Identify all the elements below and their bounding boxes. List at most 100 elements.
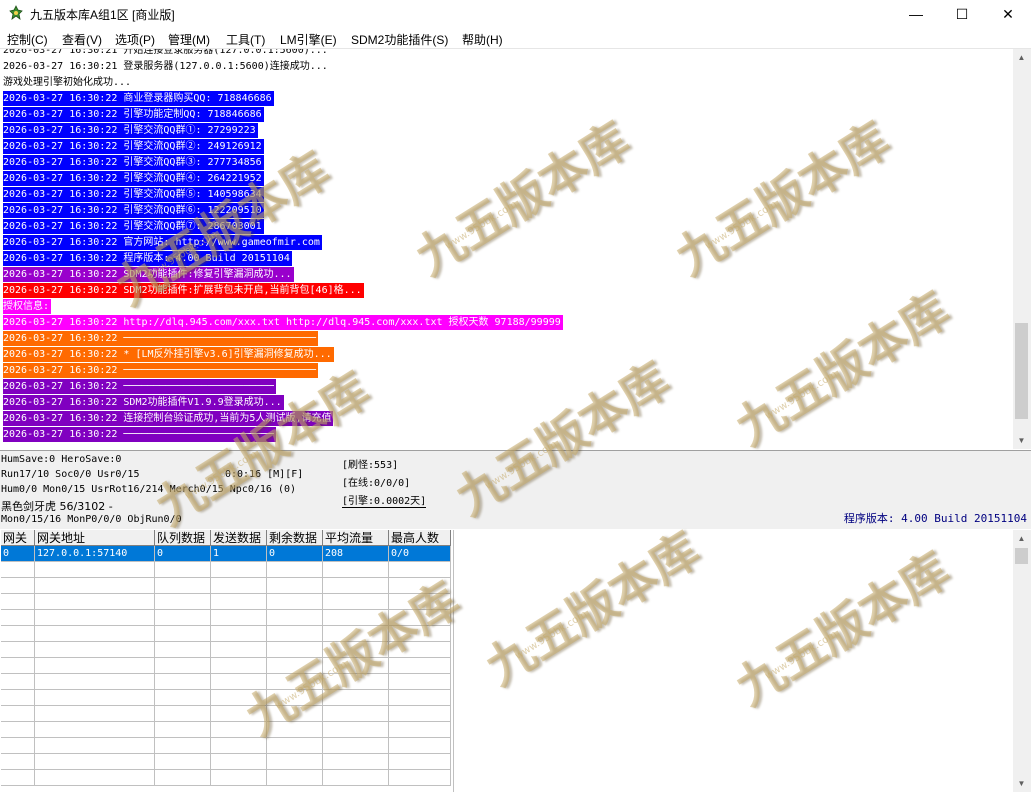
- minimize-button[interactable]: —: [893, 0, 939, 28]
- table-cell[interactable]: [323, 706, 389, 722]
- table-cell[interactable]: [211, 706, 267, 722]
- table-cell[interactable]: [35, 690, 155, 706]
- table-cell[interactable]: [389, 594, 451, 610]
- table-cell[interactable]: [1, 642, 35, 658]
- table-cell[interactable]: [1, 770, 35, 786]
- table-cell[interactable]: [389, 738, 451, 754]
- log-scroll-thumb[interactable]: [1015, 323, 1028, 419]
- menu-lm-engine[interactable]: LM引擎(E): [280, 31, 337, 48]
- table-cell[interactable]: [35, 610, 155, 626]
- table-cell[interactable]: [155, 754, 211, 770]
- table-cell[interactable]: [35, 626, 155, 642]
- table-cell[interactable]: [211, 658, 267, 674]
- table-cell[interactable]: [389, 578, 451, 594]
- table-cell[interactable]: [35, 770, 155, 786]
- table-cell[interactable]: [323, 770, 389, 786]
- table-cell[interactable]: [323, 578, 389, 594]
- table-cell[interactable]: [155, 770, 211, 786]
- table-cell[interactable]: [35, 674, 155, 690]
- table-cell[interactable]: [323, 754, 389, 770]
- table-cell[interactable]: [211, 674, 267, 690]
- table-cell[interactable]: [323, 738, 389, 754]
- table-cell[interactable]: [267, 770, 323, 786]
- table-cell[interactable]: [323, 674, 389, 690]
- table-cell[interactable]: [323, 642, 389, 658]
- table-cell[interactable]: [267, 610, 323, 626]
- table-cell[interactable]: [389, 722, 451, 738]
- table-cell[interactable]: [35, 594, 155, 610]
- table-cell[interactable]: [389, 674, 451, 690]
- table-cell[interactable]: [389, 610, 451, 626]
- table-cell[interactable]: [1, 610, 35, 626]
- menu-manage[interactable]: 管理(M): [168, 31, 210, 48]
- table-cell[interactable]: [267, 738, 323, 754]
- scroll-down-icon[interactable]: ▼: [1013, 432, 1030, 449]
- table-cell[interactable]: [35, 706, 155, 722]
- table-cell[interactable]: [389, 658, 451, 674]
- column-header[interactable]: 最高人数: [389, 530, 451, 546]
- table-cell[interactable]: [1, 754, 35, 770]
- table-cell[interactable]: 0/0: [389, 546, 451, 562]
- column-header[interactable]: 平均流量: [323, 530, 389, 546]
- table-cell[interactable]: [323, 626, 389, 642]
- table-cell[interactable]: [35, 738, 155, 754]
- menu-options[interactable]: 选项(P): [115, 31, 155, 48]
- table-scroll-up-icon[interactable]: ▲: [1013, 530, 1030, 547]
- table-cell[interactable]: [211, 642, 267, 658]
- table-cell[interactable]: [389, 626, 451, 642]
- table-cell[interactable]: [155, 738, 211, 754]
- table-cell[interactable]: [155, 690, 211, 706]
- table-cell[interactable]: [155, 610, 211, 626]
- column-header[interactable]: 网关: [1, 530, 35, 546]
- table-cell[interactable]: [155, 674, 211, 690]
- table-cell[interactable]: [35, 722, 155, 738]
- table-cell[interactable]: [267, 562, 323, 578]
- table-cell[interactable]: [1, 626, 35, 642]
- table-cell[interactable]: [389, 754, 451, 770]
- table-scroll-thumb[interactable]: [1015, 548, 1028, 564]
- table-cell[interactable]: [211, 562, 267, 578]
- maximize-button[interactable]: ☐: [939, 0, 985, 28]
- table-cell[interactable]: [211, 722, 267, 738]
- menu-sdm2-plugin[interactable]: SDM2功能插件(S): [351, 31, 448, 48]
- table-cell[interactable]: [389, 770, 451, 786]
- table-cell[interactable]: [323, 594, 389, 610]
- table-cell[interactable]: [35, 562, 155, 578]
- table-cell[interactable]: [267, 658, 323, 674]
- table-cell[interactable]: [155, 594, 211, 610]
- table-cell[interactable]: [35, 658, 155, 674]
- table-cell[interactable]: 1: [211, 546, 267, 562]
- table-cell[interactable]: [155, 706, 211, 722]
- column-header[interactable]: 剩余数据: [267, 530, 323, 546]
- table-cell[interactable]: [155, 578, 211, 594]
- table-cell[interactable]: [267, 594, 323, 610]
- table-cell[interactable]: [323, 690, 389, 706]
- table-cell[interactable]: [211, 754, 267, 770]
- table-cell[interactable]: [1, 594, 35, 610]
- table-cell[interactable]: [323, 722, 389, 738]
- table-cell[interactable]: [211, 578, 267, 594]
- menu-view[interactable]: 查看(V): [62, 31, 102, 48]
- table-cell[interactable]: [389, 562, 451, 578]
- table-cell[interactable]: [211, 770, 267, 786]
- table-cell[interactable]: [1, 562, 35, 578]
- table-cell[interactable]: [1, 674, 35, 690]
- table-cell[interactable]: [155, 722, 211, 738]
- table-cell[interactable]: [155, 626, 211, 642]
- table-cell[interactable]: [323, 610, 389, 626]
- close-button[interactable]: ✕: [985, 0, 1031, 28]
- table-cell[interactable]: [267, 754, 323, 770]
- table-cell[interactable]: [389, 690, 451, 706]
- menu-control[interactable]: 控制(C): [7, 31, 48, 48]
- column-header[interactable]: 网关地址: [35, 530, 155, 546]
- table-cell[interactable]: [1, 690, 35, 706]
- scroll-up-icon[interactable]: ▲: [1013, 49, 1030, 66]
- table-cell[interactable]: 208: [323, 546, 389, 562]
- table-cell[interactable]: [389, 706, 451, 722]
- table-cell[interactable]: [389, 642, 451, 658]
- table-cell[interactable]: 127.0.0.1:57140: [35, 546, 155, 562]
- table-cell[interactable]: [267, 674, 323, 690]
- table-cell[interactable]: [211, 626, 267, 642]
- table-cell[interactable]: [155, 642, 211, 658]
- table-cell[interactable]: 0: [267, 546, 323, 562]
